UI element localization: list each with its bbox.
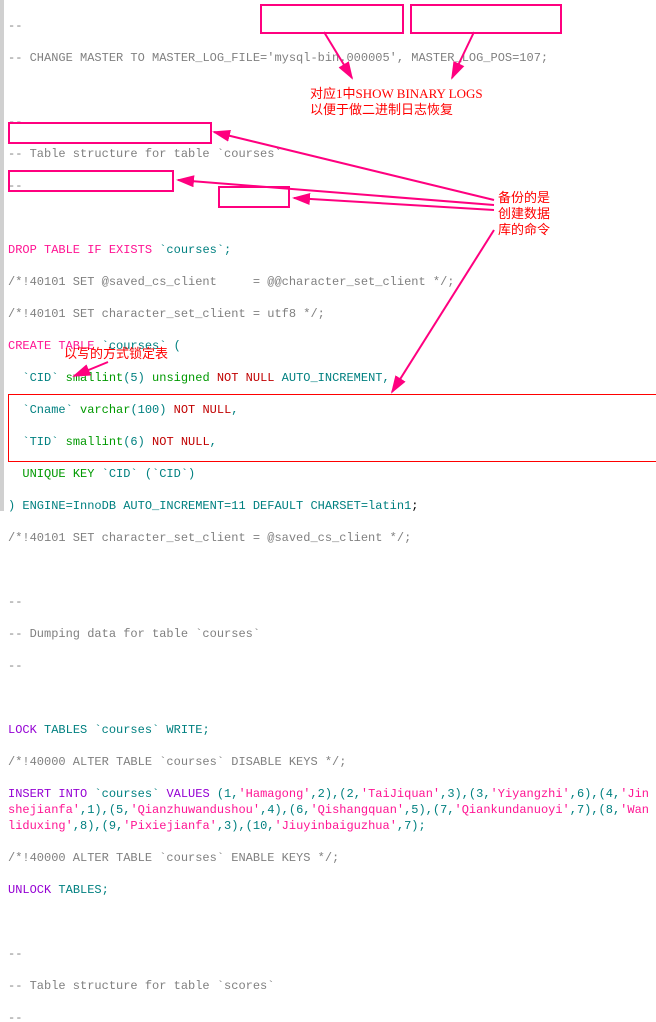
sql-comment: -- xyxy=(8,595,22,609)
code-viewer: -- -- CHANGE MASTER TO MASTER_LOG_FILE='… xyxy=(0,0,656,511)
sql-comment: -- xyxy=(8,179,22,193)
sql-comment: -- xyxy=(8,19,22,33)
sql-insert: INSERT INTO xyxy=(8,787,87,801)
sql-comment: -- xyxy=(8,115,22,129)
sql-hint: /*!40000 ALTER TABLE `courses` DISABLE K… xyxy=(8,755,346,769)
sql-hint: /*!40101 SET character_set_client = @sav… xyxy=(8,531,411,545)
sql-comment: -- xyxy=(8,1011,22,1022)
sql-drop-table: DROP TABLE IF EXISTS xyxy=(8,243,152,257)
sql-lock: LOCK xyxy=(8,723,37,737)
sql-create-table: CREATE TABLE xyxy=(8,339,94,353)
sql-binlog-file: 'mysql-bin.000005' xyxy=(267,51,397,65)
sql-comment: -- Table structure for table `courses` xyxy=(8,147,282,161)
sql-comment: -- Dumping data for table `courses` xyxy=(8,627,260,641)
sql-change-master: CHANGE MASTER TO MASTER_LOG_FILE= xyxy=(30,51,268,65)
sql-comment: -- xyxy=(8,659,22,673)
sql-hint: /*!40000 ALTER TABLE `courses` ENABLE KE… xyxy=(8,851,339,865)
sql-comment: -- Table structure for table `scores` xyxy=(8,979,274,993)
sql-comment: -- xyxy=(8,51,30,65)
sql-hint: /*!40101 SET @saved_cs_client = @@charac… xyxy=(8,275,454,289)
sql-unlock: UNLOCK xyxy=(8,883,51,897)
sql-comment: -- xyxy=(8,947,22,961)
sql-code-block: -- -- CHANGE MASTER TO MASTER_LOG_FILE='… xyxy=(4,0,656,1022)
sql-hint: /*!40101 SET character_set_client = utf8… xyxy=(8,307,325,321)
sql-master-pos: MASTER_LOG_POS=107; xyxy=(411,51,548,65)
